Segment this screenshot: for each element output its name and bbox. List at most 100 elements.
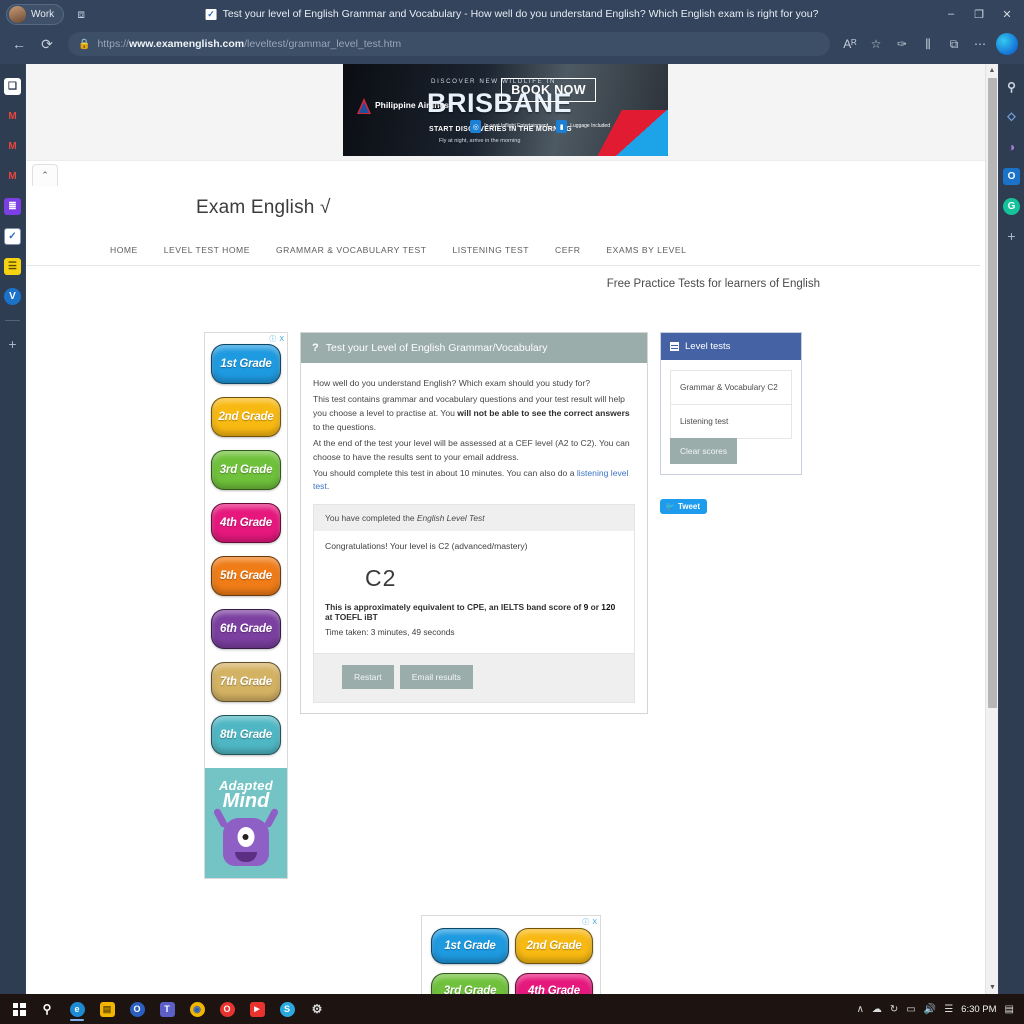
grade-button[interactable]: 1st Grade xyxy=(431,928,509,964)
taskbar-opera[interactable]: O xyxy=(214,996,240,1022)
restart-button[interactable]: Restart xyxy=(342,665,394,690)
tray-notes-icon[interactable]: ☰ xyxy=(944,1004,953,1015)
gmail-icon-2[interactable]: M xyxy=(4,138,21,155)
close-ad-icon[interactable]: X xyxy=(279,336,285,343)
outlook-icon[interactable]: O xyxy=(1003,168,1020,185)
favorite-star-icon[interactable]: ☆ xyxy=(864,32,888,56)
minimize-button[interactable]: – xyxy=(938,2,964,26)
grade-button[interactable]: 3rd Grade xyxy=(211,450,281,490)
tray-volume-icon[interactable]: 🔊 xyxy=(924,1004,936,1015)
scroll-up-arrow[interactable]: ▲ xyxy=(986,64,998,77)
maximize-button[interactable]: ❐ xyxy=(966,2,992,26)
notes-icon[interactable]: ☰ xyxy=(4,258,21,275)
grade-button[interactable]: 8th Grade xyxy=(211,715,281,755)
browser-tab[interactable]: ✓ Test your level of English Grammar and… xyxy=(205,0,819,28)
collections-icon[interactable]: ⧉ xyxy=(942,32,966,56)
list-item[interactable]: Listening test xyxy=(671,405,791,438)
adchoices-control[interactable]: ⓘ X xyxy=(269,334,285,344)
taskbar-outlook[interactable]: O xyxy=(124,996,150,1022)
grade-button[interactable]: 3rd Grade xyxy=(431,973,509,994)
clear-scores-button[interactable]: Clear scores xyxy=(670,438,738,464)
more-options-icon[interactable]: ⋯ xyxy=(968,32,992,56)
profile-button[interactable]: Work xyxy=(6,3,65,25)
taskbar-youtube[interactable]: ▶ xyxy=(244,996,270,1022)
grade-button[interactable]: 4th Grade xyxy=(211,503,281,543)
add-sidebar-icon[interactable]: + xyxy=(1007,228,1015,244)
grade-label: 4th Grade xyxy=(528,985,580,994)
tab-title: Test your level of English Grammar and V… xyxy=(222,8,819,20)
taskbar-teams[interactable]: T xyxy=(154,996,180,1022)
nav-item-exams-by-level[interactable]: EXAMS BY LEVEL xyxy=(606,245,686,255)
tray-update-icon[interactable]: ↻ xyxy=(890,1004,898,1015)
close-button[interactable]: ✕ xyxy=(994,2,1020,26)
level-test-panel: ? Test your Level of English Grammar/Voc… xyxy=(300,332,648,715)
nav-item-listening-test[interactable]: LISTENING TEST xyxy=(452,245,529,255)
copilot-icon[interactable]: ❑ xyxy=(4,78,21,95)
email-results-button[interactable]: Email results xyxy=(399,665,473,690)
copilot-button[interactable] xyxy=(996,33,1018,55)
congratulations-text: Congratulations! Your level is C2 (advan… xyxy=(325,541,528,552)
taskbar-search[interactable]: ⚲ xyxy=(34,996,60,1022)
tray-network-icon[interactable]: ▭ xyxy=(906,1004,915,1015)
twitter-bird-icon: 🐦 xyxy=(665,502,675,511)
search-sidebar-icon[interactable]: ⚲ xyxy=(1003,78,1020,95)
taskbar-settings[interactable]: ⚙ xyxy=(304,996,330,1022)
browser-essentials-icon[interactable]: ✑ xyxy=(890,32,914,56)
right-sidebar: Level tests Grammar & Vocabulary C2 List… xyxy=(660,332,802,514)
page-viewport: Philippine Airlines DISCOVER NEW WILDLIF… xyxy=(26,64,998,994)
vertical-scrollbar[interactable]: ▲ ▼ xyxy=(985,64,998,994)
bottom-grade-ad[interactable]: ⓘ X 1st Grade 2nd Grade 3rd Grade 4th Gr… xyxy=(421,915,601,994)
taskbar-chrome[interactable]: ◉ xyxy=(184,996,210,1022)
tweet-button[interactable]: 🐦 Tweet xyxy=(660,499,708,514)
intro-4-period: . xyxy=(326,481,330,492)
book-now-button[interactable]: BOOK NOW xyxy=(501,78,596,102)
nav-item-level-test-home[interactable]: LEVEL TEST HOME xyxy=(164,245,250,255)
reload-button[interactable]: ⟳ xyxy=(34,31,60,57)
gmail-icon-1[interactable]: M xyxy=(4,108,21,125)
scroll-down-arrow[interactable]: ▼ xyxy=(986,981,998,994)
favicon-icon: ✓ xyxy=(205,8,217,20)
vertical-tabs-icon[interactable]: ⧈ xyxy=(70,3,92,25)
grade-button[interactable]: 7th Grade xyxy=(211,662,281,702)
site-header: Exam English √ xyxy=(26,161,985,219)
grade-button[interactable]: 2nd Grade xyxy=(211,397,281,437)
adchoices-info-icon[interactable]: ⓘ xyxy=(269,334,277,344)
taskbar-file-explorer[interactable]: ▤ xyxy=(94,996,120,1022)
taskbar-skype[interactable]: S xyxy=(274,996,300,1022)
adchoices-info-icon[interactable]: ⓘ xyxy=(582,917,590,927)
taskbar-clock[interactable]: 6:30 PM xyxy=(961,1004,996,1015)
nav-item-home[interactable]: HOME xyxy=(110,245,138,255)
scrollbar-thumb[interactable] xyxy=(988,78,997,708)
close-ad-icon[interactable]: X xyxy=(592,919,598,926)
calculator-icon[interactable]: ≣ xyxy=(4,198,21,215)
philippine-airlines-banner-ad[interactable]: Philippine Airlines DISCOVER NEW WILDLIF… xyxy=(343,64,668,156)
avatar xyxy=(9,5,26,23)
image-creator-icon[interactable]: ◑ xyxy=(1003,138,1020,155)
action-center-icon[interactable]: ▤ xyxy=(1005,1004,1014,1015)
taskbar-edge[interactable]: e xyxy=(64,996,90,1022)
grade-button[interactable]: 6th Grade xyxy=(211,609,281,649)
nav-item-grammar-vocabulary-test[interactable]: GRAMMAR & VOCABULARY TEST xyxy=(276,245,427,255)
vimeo-icon[interactable]: V xyxy=(4,288,21,305)
split-screen-icon[interactable]: ⫼ xyxy=(916,32,940,56)
grammarly-icon[interactable]: G xyxy=(1003,198,1020,215)
tray-chevron-icon[interactable]: ∧ xyxy=(857,1004,864,1015)
shopping-tag-icon[interactable]: ⬦ xyxy=(1003,108,1020,125)
collapse-ad-tab[interactable]: ⌃ xyxy=(32,164,58,186)
exam-english-icon[interactable]: ✓ xyxy=(4,228,21,245)
grade-button[interactable]: 5th Grade xyxy=(211,556,281,596)
start-button[interactable] xyxy=(6,996,32,1022)
add-site-icon[interactable]: + xyxy=(8,336,16,352)
nav-item-cefr[interactable]: CEFR xyxy=(555,245,580,255)
grade-button[interactable]: 2nd Grade xyxy=(515,928,593,964)
read-aloud-icon[interactable]: Aᴿ xyxy=(838,32,862,56)
left-skyscraper-ad[interactable]: ⓘ X 1st Grade 2nd Grade 3rd Grade 4th Gr… xyxy=(204,332,288,879)
grade-button[interactable]: 4th Grade xyxy=(515,973,593,994)
list-item[interactable]: Grammar & Vocabulary C2 xyxy=(671,371,791,405)
gmail-icon-3[interactable]: M xyxy=(4,168,21,185)
tray-onedrive-icon[interactable]: ☁ xyxy=(872,1004,882,1015)
adchoices-control[interactable]: ⓘ X xyxy=(582,917,598,927)
back-button[interactable]: ← xyxy=(6,31,32,57)
address-bar[interactable]: 🔒 https://www.examenglish.com/leveltest/… xyxy=(68,32,830,56)
grade-button[interactable]: 1st Grade xyxy=(211,344,281,384)
